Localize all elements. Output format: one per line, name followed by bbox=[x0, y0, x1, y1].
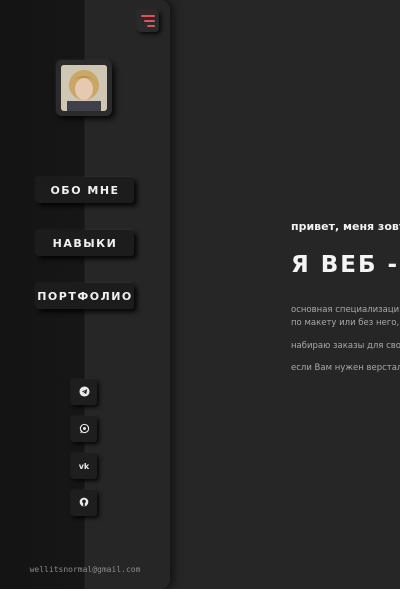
greeting-text: привет, меня зову bbox=[291, 220, 400, 233]
contact-paragraph: если Вам нужен верстал bbox=[291, 363, 400, 373]
nav-skills-button[interactable]: НАВЫКИ bbox=[36, 230, 134, 256]
email-link[interactable]: wellitsnormal@gmail.com bbox=[0, 565, 170, 574]
sidebar: ОБО МНЕ НАВЫКИ ПОРТФОЛИО vk wellitsnorma… bbox=[0, 0, 170, 589]
hamburger-menu-icon[interactable] bbox=[137, 10, 159, 32]
nav-portfolio-button[interactable]: ПОРТФОЛИО bbox=[36, 283, 134, 309]
whatsapp-icon bbox=[79, 423, 90, 436]
orders-paragraph: набираю заказы для сво bbox=[291, 341, 400, 351]
github-link[interactable] bbox=[71, 490, 97, 516]
whatsapp-link[interactable] bbox=[71, 416, 97, 442]
intro-paragraph-line: основная специализаци bbox=[291, 305, 400, 315]
vk-link[interactable]: vk bbox=[71, 453, 97, 479]
avatar bbox=[56, 60, 112, 116]
nav-about-button[interactable]: ОБО МНЕ bbox=[36, 177, 134, 203]
telegram-icon bbox=[78, 385, 90, 399]
github-icon bbox=[79, 497, 89, 509]
intro-paragraph-line: по макету или без него, bbox=[291, 318, 400, 328]
vk-icon: vk bbox=[78, 461, 90, 471]
page-headline: Я ВЕБ - В bbox=[291, 252, 400, 278]
telegram-link[interactable] bbox=[71, 379, 97, 405]
main-content: привет, меня зову Я ВЕБ - В основная спе… bbox=[291, 0, 400, 589]
profile-photo bbox=[61, 65, 107, 111]
